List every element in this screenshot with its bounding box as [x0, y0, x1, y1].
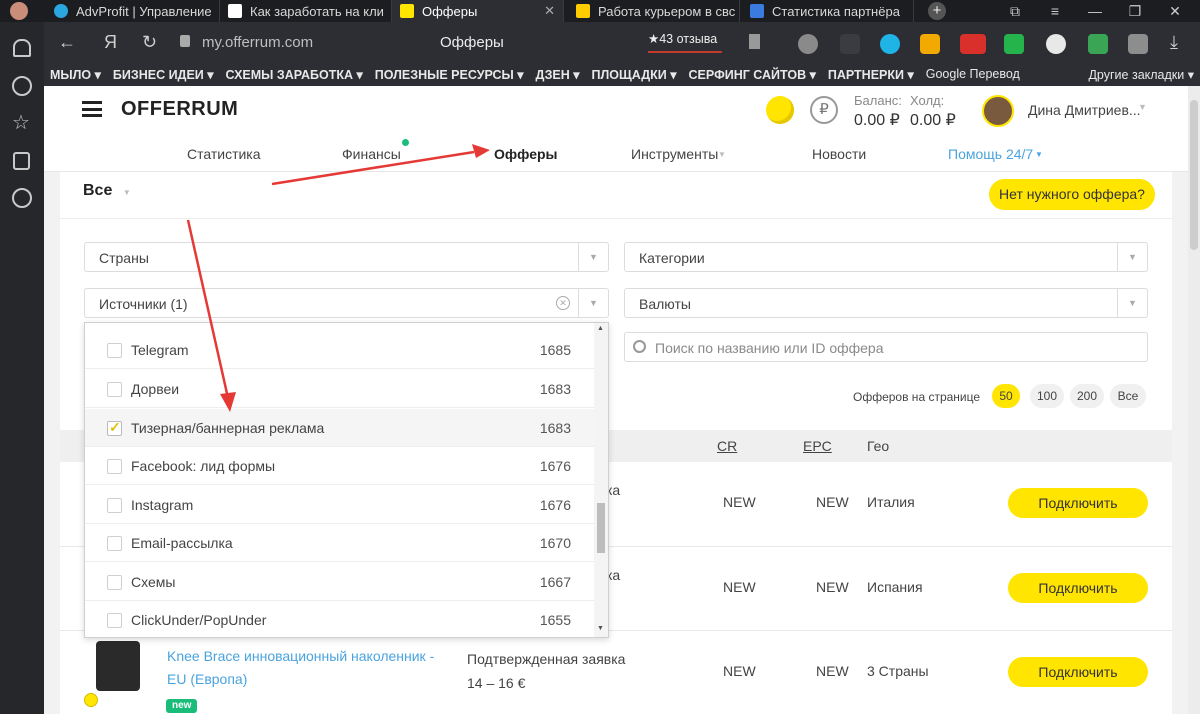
- reviews-badge[interactable]: ★43 отзыва: [648, 31, 722, 53]
- collections-icon[interactable]: [13, 152, 30, 170]
- bookmark-item[interactable]: ПЛОЩАДКИ ▾: [586, 67, 683, 82]
- extension-cube-icon[interactable]: [1088, 34, 1108, 54]
- extension-puzzle-icon[interactable]: [1128, 34, 1148, 54]
- bookmarks-bar: МЫЛО ▾ БИЗНЕС ИДЕИ ▾ СХЕМЫ ЗАРАБОТКА ▾ П…: [44, 62, 1200, 86]
- bookmark-other[interactable]: Другие закладки ▾: [1082, 67, 1200, 82]
- tab-title: AdvProfit | Управление: [76, 3, 212, 19]
- reload-icon[interactable]: ↻: [142, 32, 157, 53]
- maximize-icon[interactable]: ❐: [1120, 0, 1150, 22]
- tab-advprofit[interactable]: AdvProfit | Управление: [46, 0, 220, 22]
- tab-offers[interactable]: Офферы ✕: [392, 0, 564, 22]
- clock-icon[interactable]: [12, 76, 32, 96]
- extension-ruble-icon[interactable]: [1004, 34, 1024, 54]
- yandex-icon[interactable]: Я: [104, 32, 117, 53]
- star-icon[interactable]: ☆: [12, 110, 30, 135]
- arrow-to-teaser-option: [186, 219, 230, 399]
- offerrum-favicon: [400, 4, 414, 18]
- download-icon[interactable]: ⤓: [1170, 32, 1178, 53]
- lock-icon: [180, 35, 190, 47]
- tab-courier[interactable]: Работа курьером в свс: [568, 0, 740, 22]
- tab-stats[interactable]: Статистика партнёра: [742, 0, 914, 22]
- arrow-to-offers: [271, 150, 475, 186]
- new-tab-button[interactable]: +: [928, 2, 946, 20]
- arrow-head-icon: [472, 144, 490, 158]
- extension-check-icon[interactable]: [880, 34, 900, 54]
- bookmark-item[interactable]: СЕРФИНГ САЙТОВ ▾: [683, 67, 822, 82]
- page-content: OFFERRUM ₽ Баланс: 0.00 ₽ Холд: 0.00 ₽ Д…: [44, 86, 1188, 714]
- bookmark-item[interactable]: МЫЛО ▾: [44, 67, 107, 82]
- extension-pen-icon[interactable]: [840, 34, 860, 54]
- reviews-text: ★43 отзыва: [648, 32, 718, 46]
- extension-off-icon[interactable]: [960, 34, 986, 54]
- tab-title: Работа курьером в свс: [598, 3, 736, 19]
- bookmark-item[interactable]: БИЗНЕС ИДЕИ ▾: [107, 67, 220, 82]
- tab-title: Как заработать на кли: [250, 3, 384, 19]
- bookmark-icon[interactable]: [749, 34, 760, 49]
- profile-avatar[interactable]: [10, 2, 28, 20]
- extension-calendar-icon[interactable]: [920, 34, 940, 54]
- hamburger-menu-icon[interactable]: ≡: [1040, 0, 1070, 22]
- url-text: my.offerrum.com: [202, 34, 314, 51]
- url-field[interactable]: my.offerrum.com Офферы: [174, 28, 644, 56]
- arrow-head-icon: [220, 392, 236, 412]
- play-icon[interactable]: [12, 188, 32, 208]
- bookmark-item[interactable]: ПАРТНЕРКИ ▾: [822, 67, 920, 82]
- minimize-icon[interactable]: —: [1080, 0, 1110, 22]
- scroll-thumb[interactable]: [1190, 100, 1198, 250]
- bookmark-item[interactable]: ПОЛЕЗНЫЕ РЕСУРСЫ ▾: [369, 67, 530, 82]
- page-favicon: [750, 4, 764, 18]
- tab-earn[interactable]: Как заработать на кли: [220, 0, 392, 22]
- extension-mask-icon[interactable]: [1046, 34, 1066, 54]
- tab-title: Офферы: [422, 3, 478, 19]
- browser-sidebar: ☆: [0, 22, 44, 714]
- globe-icon[interactable]: [798, 34, 818, 54]
- page-favicon: [228, 4, 242, 18]
- annotation-arrows: [186, 144, 490, 412]
- bell-icon[interactable]: [13, 39, 31, 57]
- page-scrollbar[interactable]: [1188, 86, 1200, 714]
- tab-strip: AdvProfit | Управление Как заработать на…: [0, 0, 1200, 22]
- address-bar: ← Я ↻ my.offerrum.com Офферы ★43 отзыва …: [44, 22, 1200, 62]
- tabs-menu-icon[interactable]: ⧉: [1000, 0, 1030, 22]
- page-title: Офферы: [440, 34, 504, 51]
- bookmark-item[interactable]: СХЕМЫ ЗАРАБОТКА ▾: [220, 67, 369, 82]
- advprofit-favicon: [54, 4, 68, 18]
- bookmark-item[interactable]: ДЗЕН ▾: [530, 67, 586, 82]
- close-window-icon[interactable]: ✕: [1160, 0, 1190, 22]
- tab-title: Статистика партнёра: [772, 3, 900, 19]
- back-icon[interactable]: ←: [58, 32, 76, 53]
- page-favicon: [576, 4, 590, 18]
- bookmark-google-translate[interactable]: Google Перевод: [920, 67, 1026, 81]
- close-tab-icon[interactable]: ✕: [544, 3, 555, 19]
